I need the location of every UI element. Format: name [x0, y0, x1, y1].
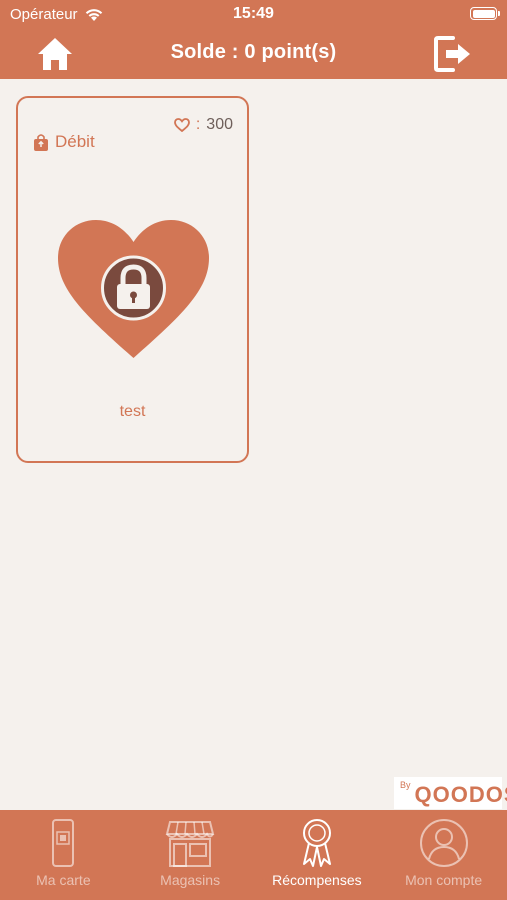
tab-mon-compte[interactable]: Mon compte: [380, 810, 507, 900]
tab-label: Récompenses: [272, 872, 362, 888]
brand-logo: By QOODOS: [394, 777, 507, 809]
tab-label: Mon compte: [405, 872, 483, 888]
tab-label: Ma carte: [36, 872, 91, 888]
brand-name: QOODOS: [414, 782, 507, 807]
tab-recompenses[interactable]: Récompenses: [254, 810, 381, 900]
brand-by: By: [400, 780, 411, 790]
heart-icon: [58, 220, 209, 358]
reward-card[interactable]: : 300 Débit test: [16, 96, 249, 463]
logout-button[interactable]: [433, 35, 473, 73]
tab-ma-carte[interactable]: Ma carte: [0, 810, 127, 900]
user-circle-icon: [419, 819, 468, 867]
bag-icon: [34, 133, 48, 151]
reward-heart: [56, 218, 211, 360]
status-time: 15:49: [233, 5, 274, 22]
header: Opérateur 15:49 Solde : 0 point(s): [0, 0, 507, 79]
page-title: Solde : 0 point(s): [170, 41, 337, 63]
tab-label: Magasins: [160, 872, 221, 888]
medal-icon: [302, 819, 331, 867]
points-cost: : 300: [173, 116, 233, 134]
heart-outline-icon: [173, 118, 190, 132]
debit-label: Débit: [33, 132, 95, 152]
points-separator: :: [195, 116, 201, 133]
screen: Opérateur 15:49 Solde : 0 point(s): 300…: [0, 0, 507, 900]
points-value: 300: [206, 116, 233, 133]
debit-text: Débit: [55, 132, 95, 151]
tab-magasins[interactable]: Magasins: [127, 810, 254, 900]
store-icon: [165, 821, 215, 867]
reward-name: test: [119, 403, 146, 420]
battery-icon: [470, 7, 500, 20]
phone-card-icon: [52, 819, 75, 867]
tab-bar: Ma carte Magasins Récompenses Mon compte: [0, 810, 507, 900]
logout-icon: [434, 36, 470, 72]
